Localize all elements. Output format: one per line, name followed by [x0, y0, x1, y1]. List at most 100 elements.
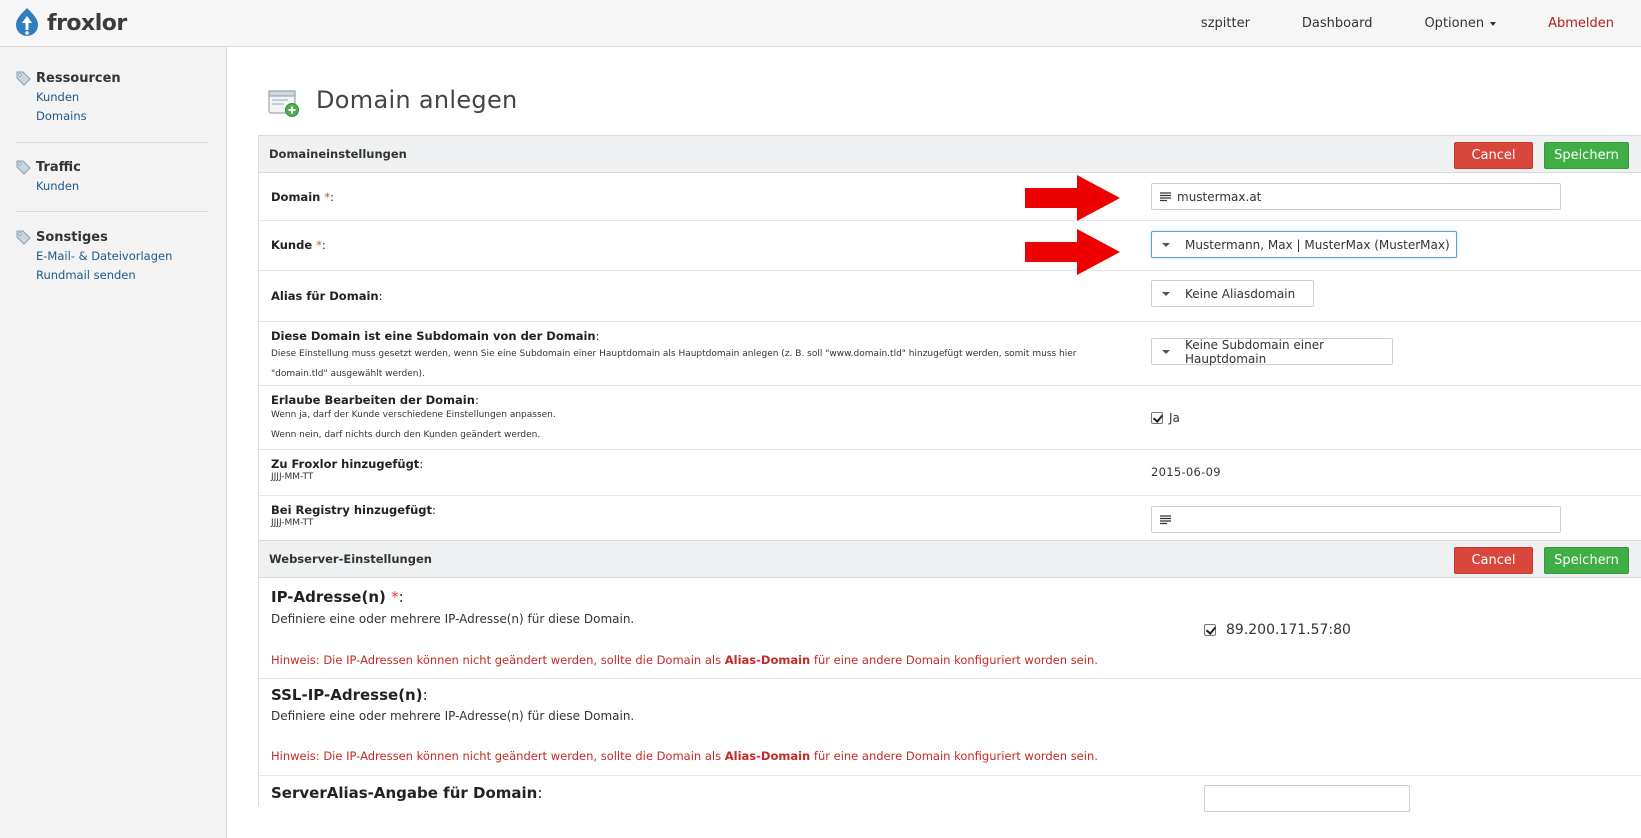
sidebar-group-title: Sonstiges — [36, 229, 108, 245]
nav-logout[interactable]: Abmelden — [1548, 16, 1614, 31]
sidebar-group-heading: Traffic — [16, 158, 209, 176]
description-line: Diese Einstellung muss gesetzt werden, w… — [271, 349, 1077, 359]
nav-user[interactable]: szpitter — [1201, 16, 1250, 31]
subdomain-select[interactable]: Keine Subdomain einer Hauptdomain — [1151, 337, 1393, 366]
ip-label-text: IP-Adresse(n) — [271, 588, 386, 606]
subdomain-label-text: Diese Domain ist eine Subdomain von der … — [271, 329, 596, 343]
sidebar-group-sonstiges: Sonstiges E-Mail- & Dateivorlagen Rundma… — [16, 228, 209, 285]
nav-options-label: Optionen — [1424, 16, 1485, 31]
label-colon: : — [422, 686, 428, 704]
ip-label: IP-Adresse(n) *: — [271, 588, 404, 606]
sidebar-group-heading: Sonstiges — [16, 228, 209, 246]
label-colon: : — [419, 457, 424, 471]
row-ip-addresses: IP-Adresse(n) *: Definiere eine oder meh… — [259, 578, 1641, 679]
add-domain-icon — [268, 90, 299, 117]
label-colon: : — [321, 238, 326, 252]
sidebar-group-ressourcen: Ressourcen Kunden Domains — [16, 69, 209, 126]
sidebar-item-traffic-kunden[interactable]: Kunden — [36, 176, 209, 196]
label-colon: : — [398, 588, 404, 606]
cancel-button[interactable]: Cancel — [1454, 142, 1533, 169]
allow-edit-option: Ja — [1151, 411, 1180, 425]
ssl-ip-label: SSL-IP-Adresse(n): — [271, 686, 428, 704]
label-colon: : — [432, 503, 436, 517]
row-allow-edit: Erlaube Bearbeiten der Domain: Wenn ja, … — [259, 386, 1641, 450]
ip-option: 89.200.171.57:80 — [1204, 622, 1351, 638]
label-colon: : — [330, 190, 334, 204]
dropdown-arrow-icon — [1162, 242, 1170, 247]
added-froxlor-value: 2015-06-09 — [1151, 465, 1221, 479]
row-added-froxlor: Zu Froxlor hinzugefügt: JJJJ-MM-TT 2015-… — [259, 450, 1641, 496]
customer-label-text: Kunde — [271, 238, 313, 252]
alias-select[interactable]: Keine Aliasdomain — [1151, 280, 1314, 307]
ip-hint: Hinweis: Die IP-Adressen können nicht ge… — [271, 653, 1098, 667]
nav-dashboard[interactable]: Dashboard — [1302, 16, 1373, 31]
save-button[interactable]: Speichern — [1544, 142, 1629, 169]
section-header-webserver-settings: Webserver-Einstellungen Cancel Speichern — [259, 540, 1641, 578]
description-line: Wenn ja, darf der Kunde verschiedene Ein… — [271, 410, 556, 420]
text-lines-icon — [1160, 514, 1171, 524]
sidebar-item-send-newsletter[interactable]: Rundmail senden — [36, 265, 209, 285]
arrow-right-icon — [1025, 175, 1120, 221]
subdomain-select-value: Keine Subdomain einer Hauptdomain — [1185, 337, 1325, 366]
sidebar-divider — [16, 142, 209, 143]
section-title: Webserver-Einstellungen — [269, 552, 432, 566]
nav-options[interactable]: Optionen — [1424, 16, 1497, 31]
domain-label: Domain *: — [271, 190, 334, 204]
subdomain-description: Diese Einstellung muss gesetzt werden, w… — [271, 344, 1076, 384]
save-button[interactable]: Speichern — [1544, 547, 1629, 574]
server-alias-select[interactable] — [1204, 785, 1410, 812]
row-domain: Domain *: mustermax.at — [259, 173, 1641, 221]
domain-label-text: Domain — [271, 190, 321, 204]
label-colon: : — [595, 329, 600, 343]
allow-edit-option-label: Ja — [1169, 411, 1180, 425]
allow-edit-checkbox[interactable] — [1151, 412, 1163, 424]
webserver-settings-panel: Webserver-Einstellungen Cancel Speichern… — [258, 540, 1641, 812]
tag-icon — [16, 160, 31, 175]
registry-date-input[interactable] — [1151, 506, 1561, 533]
row-server-alias: ServerAlias-Angabe für Domain: — [259, 776, 1641, 812]
sidebar-item-kunden[interactable]: Kunden — [36, 87, 209, 107]
added-froxlor-label: Zu Froxlor hinzugefügt: — [271, 457, 423, 471]
hint-text: Hinweis: Die IP-Adressen können nicht ge… — [271, 749, 725, 763]
ssl-ip-hint: Hinweis: Die IP-Adressen können nicht ge… — [271, 749, 1098, 763]
row-added-registry: Bei Registry hinzugefügt: JJJJ-MM-TT — [259, 496, 1641, 544]
ip-checkbox[interactable] — [1204, 624, 1216, 636]
row-ssl-ip-addresses: SSL-IP-Adresse(n): Definiere eine oder m… — [259, 679, 1641, 776]
sidebar-item-domains[interactable]: Domains — [36, 106, 209, 126]
arrow-right-icon — [1025, 229, 1120, 275]
ip-option-label: 89.200.171.57:80 — [1226, 622, 1351, 638]
dropdown-arrow-icon — [1162, 291, 1170, 296]
row-alias: Alias für Domain: Keine Aliasdomain — [259, 271, 1641, 322]
date-format-hint: JJJJ-MM-TT — [271, 472, 314, 482]
sidebar-item-email-templates[interactable]: E-Mail- & Dateivorlagen — [36, 246, 209, 266]
customer-select[interactable]: Mustermann, Max | MusterMax (MusterMax) — [1151, 231, 1457, 258]
server-alias-label-text: ServerAlias-Angabe für Domain — [271, 784, 538, 802]
description-line: "domain.tld" ausgewählt werden). — [271, 369, 425, 379]
added-froxlor-label-text: Zu Froxlor hinzugefügt — [271, 457, 420, 471]
tag-icon — [16, 230, 31, 245]
ssl-ip-description: Definiere eine oder mehrere IP-Adresse(n… — [271, 709, 635, 723]
domain-input[interactable]: mustermax.at — [1151, 183, 1561, 210]
cancel-button[interactable]: Cancel — [1454, 547, 1533, 574]
subdomain-label: Diese Domain ist eine Subdomain von der … — [271, 329, 599, 343]
server-alias-label: ServerAlias-Angabe für Domain: — [271, 784, 542, 802]
sidebar-group-title: Ressourcen — [36, 70, 121, 86]
description-line: Wenn nein, darf nichts durch den Kunden … — [271, 430, 541, 440]
domain-input-value: mustermax.at — [1177, 189, 1262, 204]
text-lines-icon — [1160, 191, 1171, 201]
ip-description: Definiere eine oder mehrere IP-Adresse(n… — [271, 612, 635, 626]
required-marker: * — [391, 588, 399, 606]
sidebar-divider — [16, 211, 209, 212]
domain-settings-panel: Domaineinstellungen Cancel Speichern Dom… — [258, 135, 1641, 544]
froxlor-logo[interactable]: froxlor — [10, 6, 127, 40]
caret-down-icon — [1490, 21, 1497, 26]
allow-edit-description: Wenn ja, darf der Kunde verschiedene Ein… — [271, 405, 556, 445]
tag-icon — [16, 71, 31, 86]
row-customer: Kunde *: Mustermann, Max | MusterMax (Mu… — [259, 221, 1641, 271]
date-format-hint: JJJJ-MM-TT — [271, 518, 314, 528]
page-title: Domain anlegen — [316, 86, 518, 114]
sidebar-group-heading: Ressourcen — [16, 69, 209, 87]
added-registry-label: Bei Registry hinzugefügt: — [271, 503, 436, 517]
hint-text: Hinweis: Die IP-Adressen können nicht ge… — [271, 653, 725, 667]
dropdown-arrow-icon — [1162, 349, 1170, 354]
